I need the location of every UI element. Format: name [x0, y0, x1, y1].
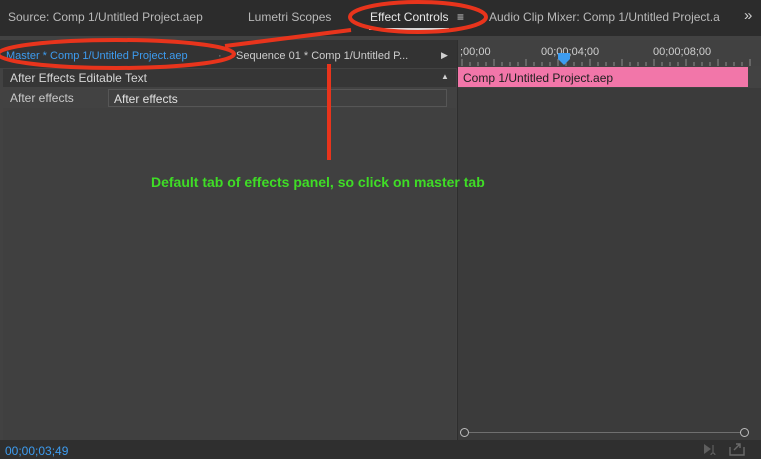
annotation-overlay — [0, 0, 488, 160]
annotation-text: Default tab of effects panel, so click o… — [151, 174, 485, 190]
annotation-connector-line — [224, 28, 352, 48]
effect-controls-highlight-ellipse — [348, 0, 488, 34]
master-tab-highlight-ellipse — [0, 38, 236, 70]
